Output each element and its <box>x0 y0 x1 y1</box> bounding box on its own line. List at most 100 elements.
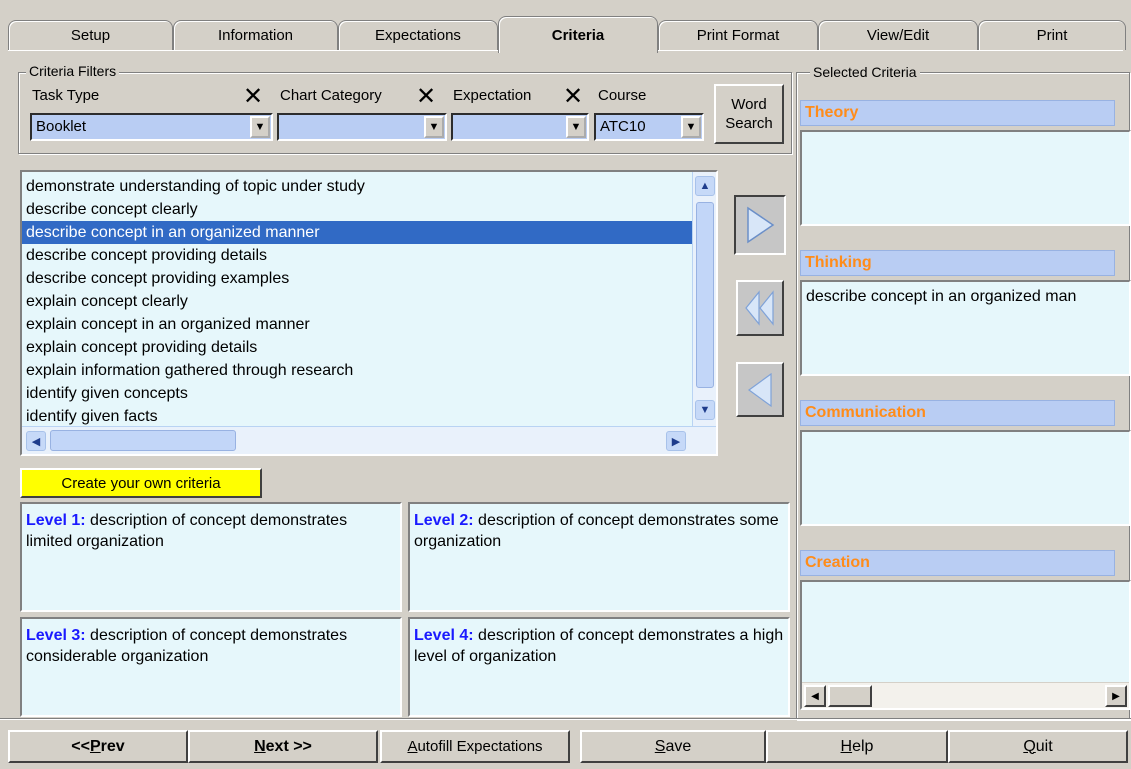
category-header-communication: Communication <box>800 400 1115 426</box>
chart-category-label: Chart Category <box>280 87 382 104</box>
scroll-right-icon[interactable]: ▶ <box>666 431 686 451</box>
criteria-list[interactable]: demonstrate understanding of topic under… <box>20 170 718 456</box>
category-header-thinking: Thinking <box>800 250 1115 276</box>
task-type-value: Booklet <box>36 118 87 135</box>
double-left-icon <box>745 290 774 326</box>
autofill-ul: A <box>407 738 418 755</box>
scrollbar-thumb[interactable] <box>696 202 714 388</box>
level-4-box: Level 4: description of concept demonstr… <box>408 617 790 717</box>
remove-all-criteria-button[interactable] <box>736 280 784 336</box>
category-header-creation: Creation <box>800 550 1115 576</box>
level-1-box: Level 1: description of concept demonstr… <box>20 502 402 612</box>
word-search-button[interactable]: Word Search <box>714 84 784 144</box>
level-2-box: Level 2: description of concept demonstr… <box>408 502 790 612</box>
criteria-list-item[interactable]: describe concept providing examples <box>22 267 692 290</box>
criteria-filters-title: Criteria Filters <box>26 63 120 79</box>
help-button[interactable]: Help <box>766 730 948 763</box>
criteria-list-item[interactable]: explain concept clearly <box>22 290 692 313</box>
save-button[interactable]: Save <box>580 730 766 763</box>
next-ul: N <box>254 737 266 755</box>
expectation-select[interactable]: ▼ <box>451 113 589 141</box>
criteria-list-items: demonstrate understanding of topic under… <box>22 175 692 428</box>
word-search-label: Word Search <box>725 96 773 132</box>
category-header-theory: Theory <box>800 100 1115 126</box>
quit-button[interactable]: Quit <box>948 730 1128 763</box>
category-list-thinking[interactable]: describe concept in an organized man <box>800 280 1131 376</box>
criteria-list-horizontal-scrollbar[interactable]: ◀ ▶ <box>22 426 716 454</box>
criteria-list-item[interactable]: describe concept providing details <box>22 244 692 267</box>
create-own-criteria-button[interactable]: Create your own criteria <box>20 468 262 498</box>
chevron-down-icon[interactable]: ▼ <box>681 116 701 138</box>
category-list-creation[interactable]: ◀ ▶ <box>800 580 1131 710</box>
prev-pre: << <box>71 737 90 755</box>
help-post: elp <box>852 737 874 755</box>
quit-post: uit <box>1035 737 1053 755</box>
bottom-divider <box>0 718 1131 720</box>
expectation-label: Expectation <box>453 87 532 104</box>
course-label: Course <box>598 87 647 104</box>
criteria-list-item[interactable]: describe concept in an organized manner <box>22 221 692 244</box>
remove-criteria-button[interactable] <box>736 362 784 417</box>
scroll-down-icon[interactable]: ▼ <box>695 400 715 420</box>
selected-criteria-item[interactable]: describe concept in an organized man <box>806 288 1125 306</box>
chevron-down-icon[interactable]: ▼ <box>424 116 444 138</box>
scroll-up-icon[interactable]: ▲ <box>695 176 715 196</box>
tab-criteria[interactable]: Criteria <box>498 16 658 53</box>
triangle-right-icon <box>747 206 775 244</box>
scroll-right-icon[interactable]: ▶ <box>1105 685 1127 707</box>
x-icon: ✕ <box>562 83 584 110</box>
chevron-down-icon[interactable]: ▼ <box>566 116 586 138</box>
criteria-list-item[interactable]: describe concept clearly <box>22 198 692 221</box>
task-type-select[interactable]: Booklet ▼ <box>30 113 273 141</box>
help-ul: H <box>840 737 853 755</box>
course-value: ATC10 <box>600 118 646 135</box>
tab-print[interactable]: Print <box>978 20 1126 50</box>
scrollbar-thumb[interactable] <box>50 430 236 451</box>
save-ul: S <box>654 737 666 755</box>
autofill-expectations-button[interactable]: Autofill Expectations <box>380 730 570 763</box>
course-select[interactable]: ATC10 ▼ <box>594 113 704 141</box>
tab-setup[interactable]: Setup <box>8 20 173 50</box>
scrollbar-thumb[interactable] <box>828 685 872 707</box>
prev-ul: P <box>89 737 101 755</box>
clear-expectation-button[interactable]: ✕ <box>562 83 584 110</box>
prev-post: rev <box>100 737 125 755</box>
clear-task-type-button[interactable]: ✕ <box>242 83 264 110</box>
prev-button[interactable]: << Prev <box>8 730 188 763</box>
criteria-list-item[interactable]: identify given concepts <box>22 382 692 405</box>
tab-view-edit[interactable]: View/Edit <box>818 20 978 50</box>
next-button[interactable]: Next >> <box>188 730 378 763</box>
criteria-list-vertical-scrollbar[interactable]: ▲ ▼ <box>692 172 716 426</box>
scroll-left-icon[interactable]: ◀ <box>804 685 826 707</box>
next-post: ext >> <box>265 737 312 755</box>
tab-information[interactable]: Information <box>173 20 338 50</box>
criteria-list-item[interactable]: explain concept in an organized manner <box>22 313 692 336</box>
clear-chart-category-button[interactable]: ✕ <box>415 83 437 110</box>
category-list-communication[interactable] <box>800 430 1131 526</box>
task-type-label: Task Type <box>32 87 100 104</box>
level-3-prefix: Level 3: <box>26 627 86 644</box>
creation-horizontal-scrollbar[interactable]: ◀ ▶ <box>802 682 1129 708</box>
tab-print-format[interactable]: Print Format <box>658 20 818 50</box>
chevron-down-icon[interactable]: ▼ <box>250 116 270 138</box>
x-icon: ✕ <box>242 83 264 110</box>
autofill-post: utofill Expectations <box>417 738 543 755</box>
create-own-criteria-label: Create your own criteria <box>61 474 221 492</box>
add-criteria-button[interactable] <box>734 195 786 255</box>
save-post: ave <box>665 737 692 755</box>
x-icon: ✕ <box>415 83 437 110</box>
scroll-left-icon[interactable]: ◀ <box>26 431 46 451</box>
level-4-prefix: Level 4: <box>414 627 474 644</box>
category-list-theory[interactable] <box>800 130 1131 226</box>
chart-category-select[interactable]: ▼ <box>277 113 447 141</box>
tab-bar: Setup Information Expectations Criteria … <box>0 0 1131 53</box>
level-1-prefix: Level 1: <box>26 512 86 529</box>
level-3-box: Level 3: description of concept demonstr… <box>20 617 402 717</box>
criteria-list-item[interactable]: explain concept providing details <box>22 336 692 359</box>
criteria-list-item[interactable]: identify given facts <box>22 405 692 428</box>
quit-ul: Q <box>1023 737 1036 755</box>
triangle-left-icon <box>747 372 772 407</box>
criteria-list-item[interactable]: explain information gathered through res… <box>22 359 692 382</box>
tab-expectations[interactable]: Expectations <box>338 20 498 50</box>
criteria-list-item[interactable]: demonstrate understanding of topic under… <box>22 175 692 198</box>
